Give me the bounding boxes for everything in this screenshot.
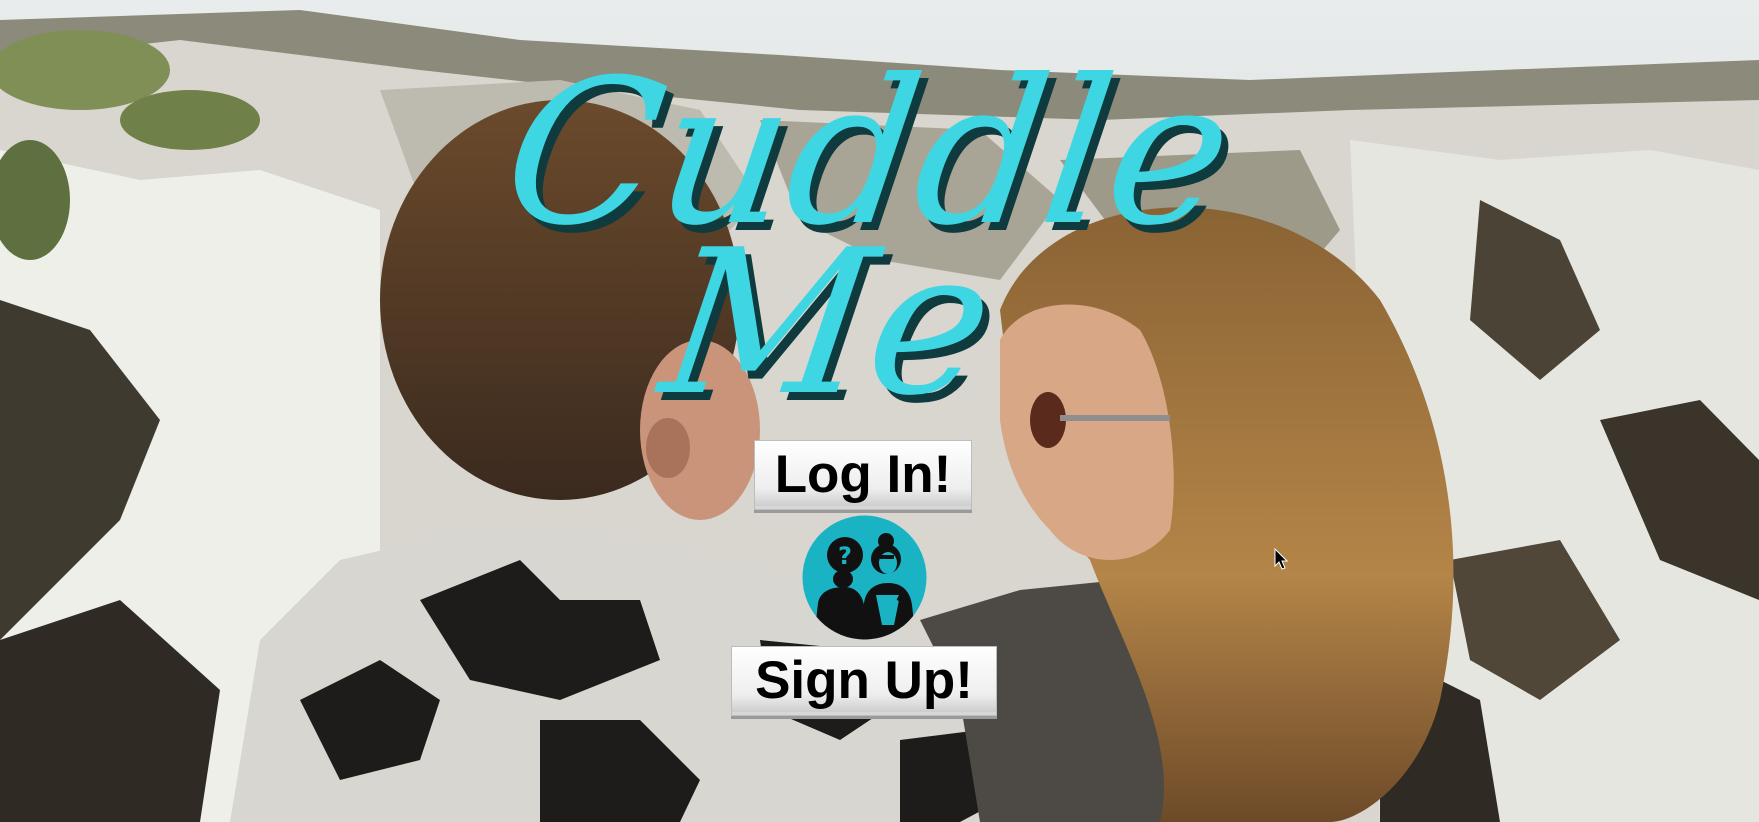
login-button[interactable]: Log In! <box>754 440 972 510</box>
couple-question-icon: ? <box>802 515 927 640</box>
signup-button[interactable]: Sign Up! <box>731 646 997 716</box>
mouse-pointer-icon <box>1274 547 1289 570</box>
brand-line2: Me <box>646 207 1006 440</box>
question-mark: ? <box>838 542 852 570</box>
brand-logo: Cuddle Cuddle Me Me <box>492 0 1252 448</box>
